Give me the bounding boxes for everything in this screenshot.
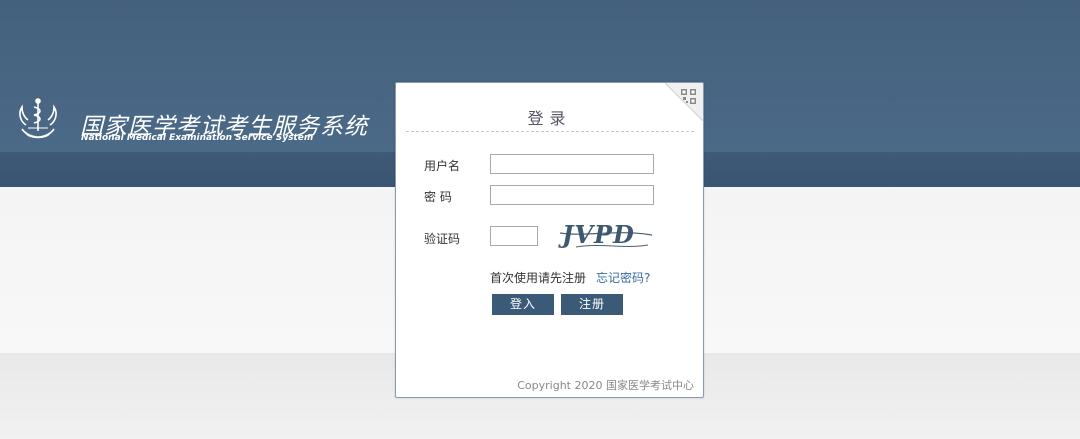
- login-panel: 登录 用户名 密 码 验证码 JVPD 首次使用请先注册 忘记密码? 登入 注册 …: [395, 82, 704, 398]
- link-row: 首次使用请先注册 忘记密码?: [490, 269, 650, 286]
- captcha-input[interactable]: [490, 226, 538, 246]
- login-title: 登录: [527, 109, 572, 128]
- username-label: 用户名: [424, 159, 461, 173]
- title-divider: [406, 131, 694, 132]
- captcha-label: 验证码: [424, 232, 461, 246]
- login-button[interactable]: 登入: [492, 294, 554, 315]
- username-input[interactable]: [490, 154, 654, 174]
- caduceus-emblem-icon: [12, 95, 64, 147]
- register-prompt[interactable]: 首次使用请先注册: [490, 271, 586, 285]
- register-button[interactable]: 注册: [561, 294, 623, 315]
- captcha-text: JVPD: [558, 220, 635, 249]
- forgot-password-link[interactable]: 忘记密码?: [596, 271, 650, 285]
- password-label: 密 码: [424, 190, 452, 204]
- copyright-text: Copyright 2020 国家医学考试中心: [517, 379, 694, 392]
- captcha-image[interactable]: JVPD: [556, 215, 656, 255]
- site-subtitle: National Medical Examination Service Sys…: [81, 133, 314, 143]
- password-input[interactable]: [490, 185, 654, 205]
